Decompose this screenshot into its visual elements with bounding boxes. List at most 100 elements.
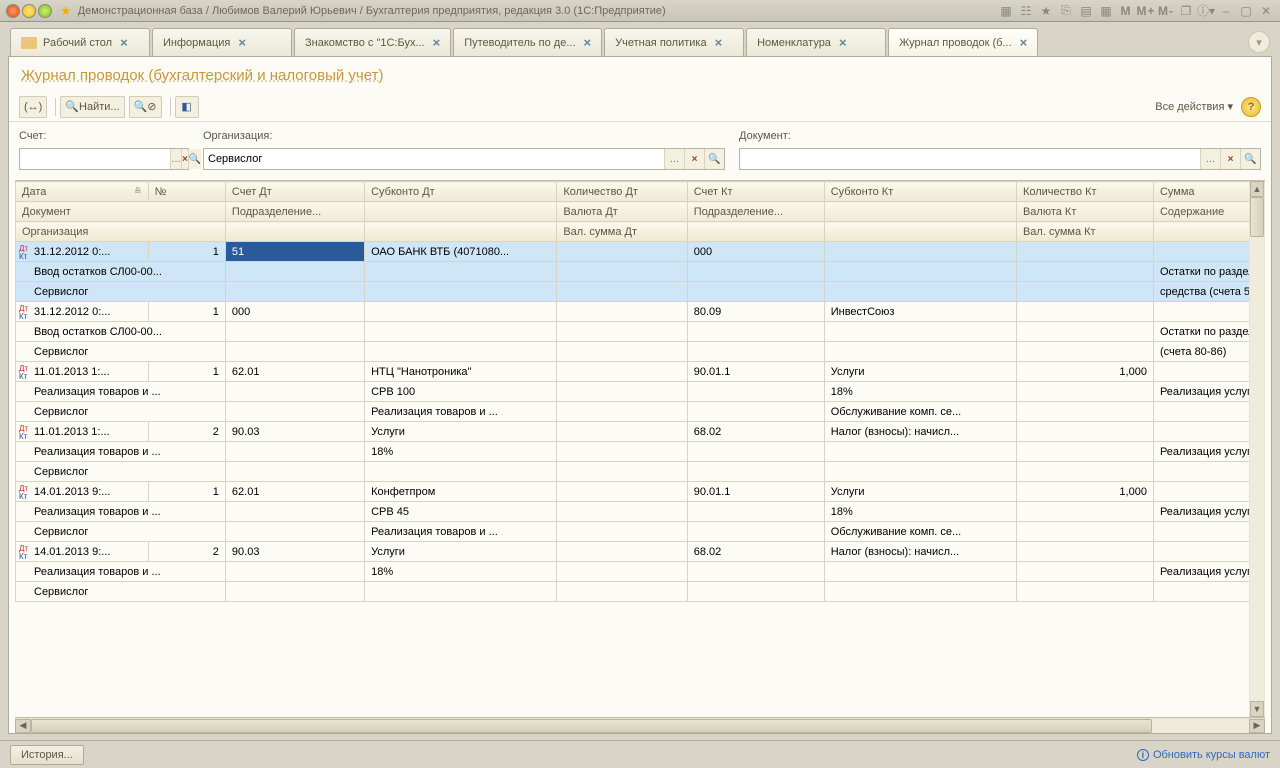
tab[interactable]: Путеводитель по де...× <box>453 28 602 56</box>
windows-icon[interactable]: ❐ <box>1178 3 1194 19</box>
dt-kt-button[interactable]: ◧ <box>175 96 199 118</box>
column-header[interactable]: Количество Кт <box>1016 182 1153 202</box>
calculator-icon[interactable]: ▤ <box>1078 3 1094 19</box>
table-row[interactable]: 31.12.2012 0:...100080.09ИнвестСоюз10 <box>16 302 1266 322</box>
column-header[interactable]: Количество Дт <box>557 182 687 202</box>
scroll-thumb[interactable] <box>1250 197 1264 237</box>
table-row[interactable]: Ввод остатков СЛ00-00...Остатки по разде… <box>16 322 1266 342</box>
tab-close-icon[interactable]: × <box>584 35 592 50</box>
clear-button[interactable]: × <box>181 149 188 169</box>
table-row[interactable]: Реализация товаров и ...18%Реализация ус… <box>16 562 1266 582</box>
tool-icon[interactable]: ▦ <box>998 3 1014 19</box>
scroll-thumb[interactable] <box>31 719 1152 733</box>
nav-back-icon[interactable] <box>22 4 36 18</box>
column-header[interactable]: Документ <box>16 202 226 222</box>
column-header[interactable]: Субконто Дт <box>365 182 557 202</box>
horizontal-scrollbar[interactable]: ◀ ▶ <box>15 717 1265 733</box>
calendar-icon[interactable]: ▦ <box>1098 3 1114 19</box>
column-header[interactable]: Дата≞ <box>16 182 149 202</box>
column-header[interactable]: Организация <box>16 222 226 242</box>
lookup-button[interactable]: 🔍 <box>188 149 201 169</box>
column-header[interactable]: Подразделение... <box>687 202 824 222</box>
tab-close-icon[interactable]: × <box>433 35 441 50</box>
column-header[interactable] <box>365 222 557 242</box>
update-rates-link[interactable]: i Обновить курсы валют <box>1137 749 1270 761</box>
tab-close-icon[interactable]: × <box>238 35 246 50</box>
table-row[interactable]: Сервислог <box>16 462 1266 482</box>
column-header[interactable] <box>365 202 557 222</box>
info-icon[interactable]: ⓘ▾ <box>1198 3 1214 19</box>
table-row[interactable]: СервислогРеализация товаров и ...Обслужи… <box>16 402 1266 422</box>
table-row[interactable]: СервислогРеализация товаров и ...Обслужи… <box>16 522 1266 542</box>
help-button[interactable]: ? <box>1241 97 1261 117</box>
column-header[interactable]: Валюта Дт <box>557 202 687 222</box>
scroll-up-button[interactable]: ▲ <box>1250 181 1264 197</box>
vertical-scrollbar[interactable]: ▲ ▼ <box>1249 181 1265 717</box>
tab[interactable]: Журнал проводок (б...× <box>888 28 1038 56</box>
tab[interactable]: Рабочий стол× <box>10 28 150 56</box>
history-button[interactable]: История... <box>10 745 84 765</box>
expand-button[interactable]: (↔) <box>19 96 47 118</box>
maximize-icon[interactable]: ▢ <box>1238 3 1254 19</box>
mem-mplus[interactable]: M+ <box>1138 3 1154 19</box>
column-header[interactable]: Субконто Кт <box>824 182 1016 202</box>
table-row[interactable]: Ввод остатков СЛ00-00...Остатки по разде… <box>16 262 1266 282</box>
column-header[interactable] <box>824 202 1016 222</box>
tab-close-icon[interactable]: × <box>715 35 723 50</box>
scroll-right-button[interactable]: ▶ <box>1249 719 1265 733</box>
column-header[interactable]: Валюта Кт <box>1016 202 1153 222</box>
table-row[interactable]: Реализация товаров и ...СРВ 10018%Реализ… <box>16 382 1266 402</box>
table-row[interactable]: Реализация товаров и ...СРВ 4518%Реализа… <box>16 502 1266 522</box>
table-row[interactable]: 11.01.2013 1:...162.01НТЦ "Нанотроника"9… <box>16 362 1266 382</box>
lookup-button[interactable]: 🔍 <box>1240 149 1260 169</box>
tab[interactable]: Знакомство с "1С:Бух...× <box>294 28 451 56</box>
close-icon[interactable]: ✕ <box>1258 3 1274 19</box>
tool-icon[interactable]: ⎘ <box>1058 3 1074 19</box>
column-header[interactable]: Вал. сумма Дт <box>557 222 687 242</box>
scroll-down-button[interactable]: ▼ <box>1250 701 1264 717</box>
column-header[interactable]: Счет Дт <box>225 182 364 202</box>
column-header[interactable]: № <box>148 182 225 202</box>
filter-account-input[interactable] <box>20 149 170 169</box>
filter-org-input[interactable] <box>204 149 664 169</box>
table-row[interactable]: 11.01.2013 1:...290.03Услуги68.02Налог (… <box>16 422 1266 442</box>
tool-icon[interactable]: ★ <box>1038 3 1054 19</box>
mem-m[interactable]: M <box>1118 3 1134 19</box>
table-row[interactable]: 14.01.2013 9:...290.03Услуги68.02Налог (… <box>16 542 1266 562</box>
column-header[interactable] <box>824 222 1016 242</box>
clear-find-button[interactable]: 🔍⊘ <box>129 96 162 118</box>
favorite-icon[interactable]: ★ <box>60 3 72 19</box>
table-row[interactable]: Реализация товаров и ...18%Реализация ус… <box>16 442 1266 462</box>
table-row[interactable]: Сервислог(счета 80-86) <box>16 342 1266 362</box>
all-actions-menu[interactable]: Все действия ▾ <box>1155 100 1233 113</box>
tab-close-icon[interactable]: × <box>120 35 128 50</box>
table-row[interactable]: Сервислог <box>16 582 1266 602</box>
filter-doc-input[interactable] <box>740 149 1200 169</box>
tool-icon[interactable]: ☷ <box>1018 3 1034 19</box>
column-header[interactable]: Вал. сумма Кт <box>1016 222 1153 242</box>
select-button[interactable]: … <box>170 149 181 169</box>
table-row[interactable]: 14.01.2013 9:...162.01Конфетпром90.01.1У… <box>16 482 1266 502</box>
scroll-track[interactable] <box>1250 197 1264 701</box>
lookup-button[interactable]: 🔍 <box>704 149 724 169</box>
tab-close-icon[interactable]: × <box>839 35 847 50</box>
table-row[interactable]: Сервислогсредства (счета 50-58) <box>16 282 1266 302</box>
column-header[interactable]: Счет Кт <box>687 182 824 202</box>
column-header[interactable]: Подразделение... <box>225 202 364 222</box>
more-tabs-button[interactable]: ▾ <box>1248 31 1270 53</box>
clear-button[interactable]: × <box>1220 149 1240 169</box>
tab[interactable]: Номенклатура× <box>746 28 886 56</box>
tab[interactable]: Информация× <box>152 28 292 56</box>
entries-grid[interactable]: Дата≞№Счет ДтСубконто ДтКоличество ДтСче… <box>15 181 1265 717</box>
minimize-icon[interactable]: – <box>1218 3 1234 19</box>
tab[interactable]: Учетная политика× <box>604 28 744 56</box>
scroll-left-button[interactable]: ◀ <box>15 719 31 733</box>
mem-mminus[interactable]: M- <box>1158 3 1174 19</box>
select-button[interactable]: … <box>664 149 684 169</box>
nav-fwd-icon[interactable] <box>38 4 52 18</box>
column-header[interactable] <box>225 222 364 242</box>
clear-button[interactable]: × <box>684 149 704 169</box>
column-header[interactable] <box>687 222 824 242</box>
scroll-track[interactable] <box>31 719 1249 733</box>
find-button[interactable]: 🔍 Найти... <box>60 96 124 118</box>
